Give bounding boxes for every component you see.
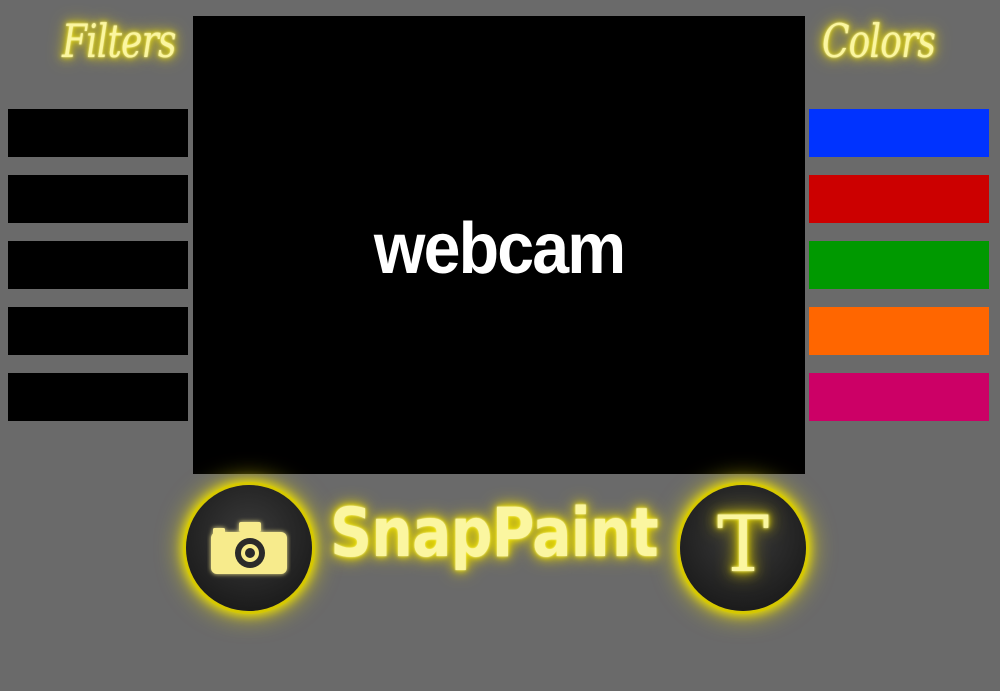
filter-swatch-2[interactable] xyxy=(8,175,188,223)
color-swatch-orange[interactable] xyxy=(809,307,989,355)
filter-swatch-1[interactable] xyxy=(8,109,188,157)
camera-button[interactable] xyxy=(186,485,312,611)
webcam-view: webcam xyxy=(193,16,805,474)
text-tool-button[interactable]: T xyxy=(680,485,806,611)
color-swatch-green[interactable] xyxy=(809,241,989,289)
app-title: SnapPaint xyxy=(330,494,659,573)
color-swatch-red[interactable] xyxy=(809,175,989,223)
camera-icon xyxy=(211,522,287,574)
filter-swatch-4[interactable] xyxy=(8,307,188,355)
text-tool-icon: T xyxy=(716,500,770,590)
filters-panel xyxy=(8,109,188,439)
filters-title: Filters xyxy=(62,14,176,68)
colors-panel xyxy=(809,109,989,439)
webcam-label: webcam xyxy=(373,209,626,289)
color-swatch-blue[interactable] xyxy=(809,109,989,157)
filter-swatch-3[interactable] xyxy=(8,241,188,289)
colors-title: Colors xyxy=(822,14,936,68)
filter-swatch-5[interactable] xyxy=(8,373,188,421)
color-swatch-magenta[interactable] xyxy=(809,373,989,421)
